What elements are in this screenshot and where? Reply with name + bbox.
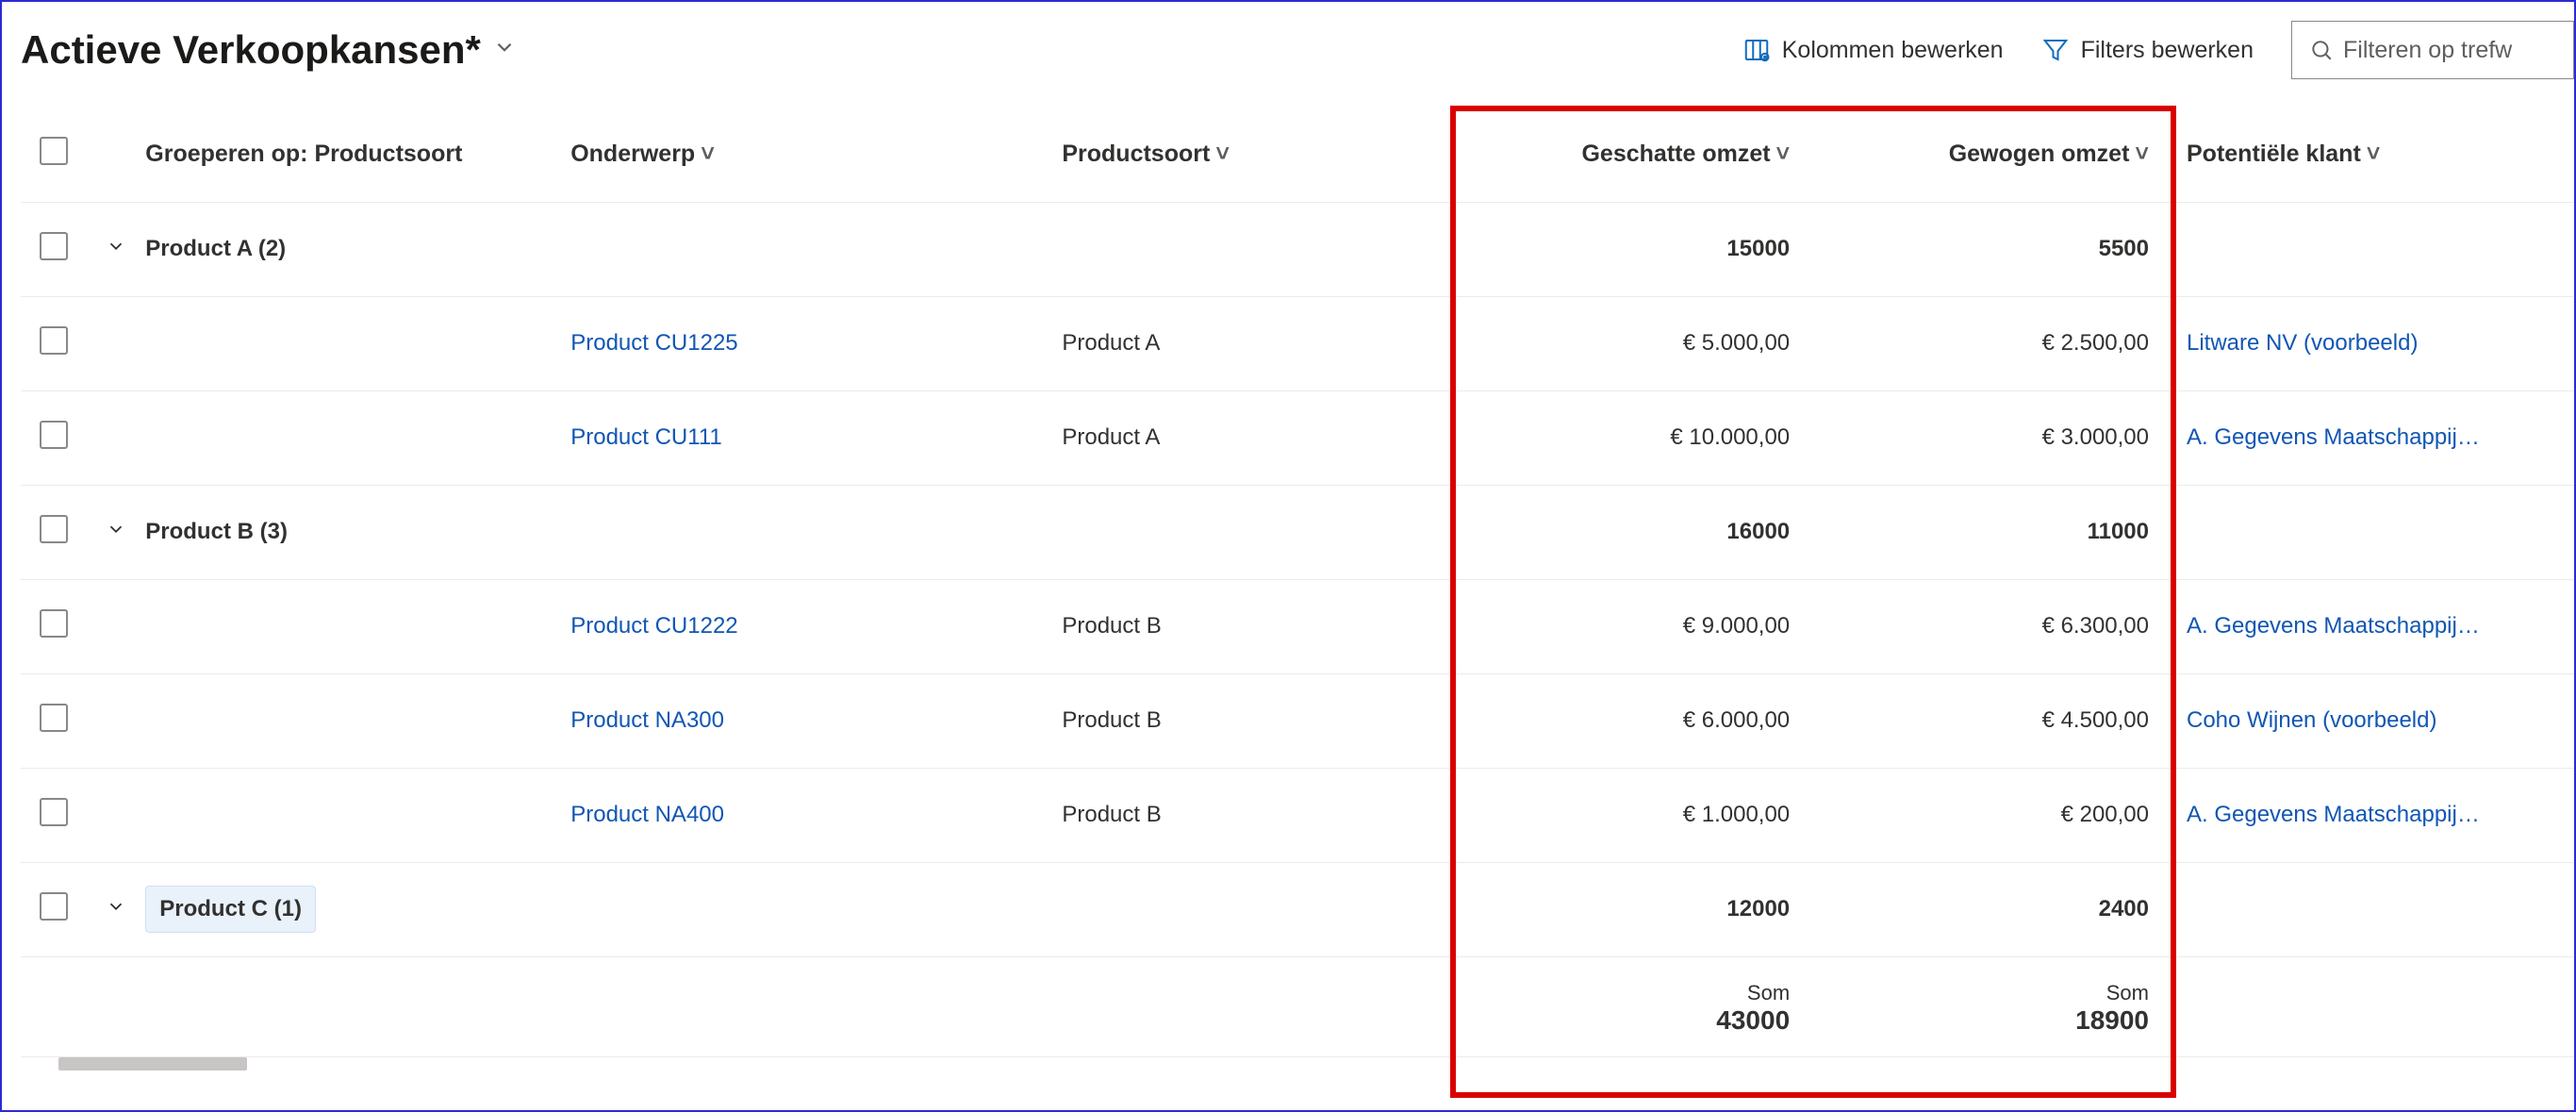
group-row[interactable]: Product B (3) 1600011000: [21, 485, 2574, 579]
row-checkbox[interactable]: [40, 515, 68, 543]
select-all-checkbox[interactable]: [40, 137, 68, 165]
cell-weighted: € 4.500,00: [1808, 673, 2168, 768]
column-header-subject[interactable]: Onderwerp˅: [552, 108, 1043, 202]
group-weighted-sum: 11000: [1808, 485, 2168, 579]
cell-type: Product B: [1043, 579, 1449, 673]
expand-toggle-icon[interactable]: [106, 519, 126, 539]
column-header-weighted[interactable]: Gewogen omzet˅: [1808, 108, 2168, 202]
column-header-client[interactable]: Potentiële klant˅: [2168, 108, 2574, 202]
footer-est-total: 43000: [1468, 1005, 1790, 1036]
edit-filters-button[interactable]: Filters bewerken: [2041, 36, 2254, 64]
totals-row: Som 43000 Som 18900: [21, 956, 2574, 1051]
columns-icon: [1742, 36, 1771, 64]
table-row[interactable]: Product NA300 Product B€ 6.000,00€ 4.500,…: [21, 673, 2574, 768]
search-placeholder: Filteren op trefw: [2343, 37, 2512, 64]
row-checkbox[interactable]: [40, 798, 68, 826]
cell-est: € 9.000,00: [1449, 579, 1808, 673]
search-icon: [2309, 38, 2334, 62]
cell-weighted: € 200,00: [1808, 768, 2168, 862]
page-title: Actieve Verkoopkansen*: [21, 27, 481, 73]
client-link[interactable]: Litware NV (voorbeeld): [2187, 330, 2418, 356]
row-checkbox[interactable]: [40, 892, 68, 921]
cell-weighted: € 6.300,00: [1808, 579, 2168, 673]
subject-link[interactable]: Product NA400: [570, 802, 724, 827]
chevron-down-icon: ˅: [2367, 141, 2381, 167]
cell-est: € 10.000,00: [1449, 390, 1808, 485]
cell-type: Product B: [1043, 768, 1449, 862]
table-row[interactable]: Product CU1222 Product B€ 9.000,00€ 6.300…: [21, 579, 2574, 673]
chevron-down-icon: ˅: [2135, 141, 2149, 167]
cell-type: Product A: [1043, 390, 1449, 485]
footer-weighted-total: 18900: [1827, 1005, 2149, 1036]
toolbar: Kolommen bewerken Filters bewerken Filte…: [1742, 21, 2574, 79]
column-header-group[interactable]: Groeperen op: Productsoort: [145, 108, 552, 202]
table-row[interactable]: Product NA400 Product B€ 1.000,00€ 200,00…: [21, 768, 2574, 862]
row-checkbox[interactable]: [40, 326, 68, 355]
horizontal-scrollbar[interactable]: [21, 1056, 2574, 1073]
view-selector-caret[interactable]: [492, 35, 517, 66]
search-input[interactable]: Filteren op trefw: [2291, 21, 2574, 79]
row-checkbox[interactable]: [40, 421, 68, 449]
group-est-sum: 16000: [1449, 485, 1808, 579]
group-est-sum: 15000: [1449, 202, 1808, 296]
table-row[interactable]: Product CU111 Product A€ 10.000,00€ 3.000…: [21, 390, 2574, 485]
cell-est: € 1.000,00: [1449, 768, 1808, 862]
edit-filters-label: Filters bewerken: [2081, 37, 2254, 64]
cell-weighted: € 2.500,00: [1808, 296, 2168, 390]
row-checkbox[interactable]: [40, 704, 68, 732]
row-checkbox[interactable]: [40, 232, 68, 260]
subject-link[interactable]: Product CU1222: [570, 613, 737, 639]
edit-columns-label: Kolommen bewerken: [1782, 37, 2004, 64]
row-checkbox[interactable]: [40, 609, 68, 638]
chevron-down-icon: ˅: [701, 141, 715, 167]
filter-icon: [2041, 36, 2070, 64]
column-headers-row: Groeperen op: Productsoort Onderwerp˅ Pr…: [21, 108, 2574, 202]
group-label: Product B (3): [145, 519, 288, 544]
cell-type: Product B: [1043, 673, 1449, 768]
cell-type: Product A: [1043, 296, 1449, 390]
client-link[interactable]: A. Gegevens Maatschappij…: [2187, 802, 2480, 827]
subject-link[interactable]: Product CU111: [570, 424, 722, 450]
expand-toggle-icon[interactable]: [106, 896, 126, 917]
table-row[interactable]: Product CU1225 Product A€ 5.000,00€ 2.500…: [21, 296, 2574, 390]
footer-est-label: Som: [1468, 981, 1790, 1005]
client-link[interactable]: Coho Wijnen (voorbeeld): [2187, 707, 2436, 733]
cell-weighted: € 3.000,00: [1808, 390, 2168, 485]
cell-est: € 6.000,00: [1449, 673, 1808, 768]
group-weighted-sum: 5500: [1808, 202, 2168, 296]
cell-est: € 5.000,00: [1449, 296, 1808, 390]
column-header-type[interactable]: Productsoort˅: [1043, 108, 1449, 202]
group-label: Product A (2): [145, 236, 286, 261]
page-header: Actieve Verkoopkansen* Kolommen bewerken…: [21, 21, 2574, 79]
subject-link[interactable]: Product CU1225: [570, 330, 737, 356]
expand-toggle-icon[interactable]: [106, 236, 126, 257]
client-link[interactable]: A. Gegevens Maatschappij…: [2187, 424, 2480, 450]
column-header-est[interactable]: Geschatte omzet˅: [1449, 108, 1808, 202]
edit-columns-button[interactable]: Kolommen bewerken: [1742, 36, 2004, 64]
data-grid: Groeperen op: Productsoort Onderwerp˅ Pr…: [21, 108, 2574, 1051]
group-label: Product C (1): [145, 886, 316, 933]
client-link[interactable]: A. Gegevens Maatschappij…: [2187, 613, 2480, 639]
group-row[interactable]: Product A (2) 150005500: [21, 202, 2574, 296]
subject-link[interactable]: Product NA300: [570, 707, 724, 733]
chevron-down-icon: ˅: [1215, 141, 1230, 167]
group-weighted-sum: 2400: [1808, 862, 2168, 956]
footer-weighted-label: Som: [1827, 981, 2149, 1005]
chevron-down-icon: ˅: [1776, 141, 1791, 167]
group-est-sum: 12000: [1449, 862, 1808, 956]
group-row[interactable]: Product C (1) 120002400: [21, 862, 2574, 956]
